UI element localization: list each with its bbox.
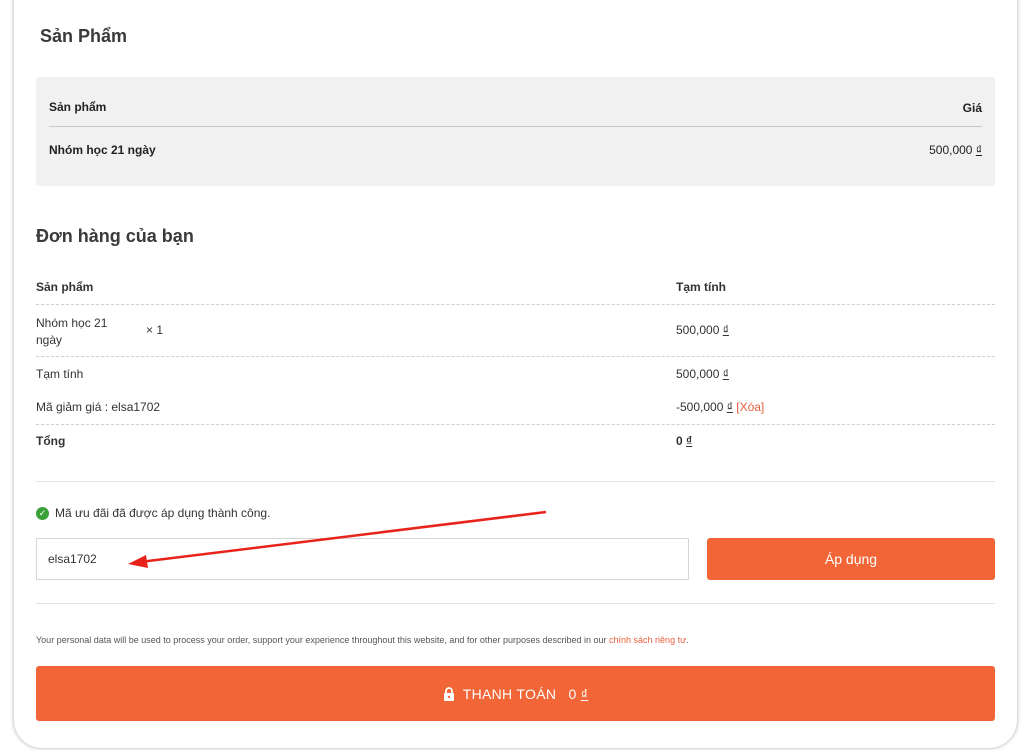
checkout-button-label: THANH TOÁN (462, 685, 557, 702)
coupon-code-input[interactable] (36, 538, 689, 580)
check-circle-icon: ✓ (36, 506, 49, 520)
product-summary-box: Sản phẩm Giá Nhóm học 21 ngày 500,000 ₫ (36, 77, 995, 186)
product-name: Nhóm học 21 ngày (49, 143, 156, 157)
product-column-header: Sản phẩm (49, 100, 107, 114)
coupon-value: -500,000 ₫ [Xóa] (676, 400, 765, 414)
checkout-button[interactable]: THANH TOÁN 0 ₫ (36, 666, 995, 721)
coupon-success-text: Mã ưu đãi đã được áp dụng thành công. (55, 506, 271, 520)
coupon-success-notice: ✓ Mã ưu đãi đã được áp dụng thành công. (36, 506, 270, 520)
privacy-policy-link[interactable]: chính sách riêng tư (609, 635, 686, 645)
price-column-header: Giá (962, 101, 982, 115)
divider (36, 603, 995, 604)
divider (36, 481, 995, 482)
lock-icon (443, 686, 454, 701)
apply-coupon-button[interactable]: Áp dụng (707, 538, 995, 580)
order-section-title: Đơn hàng của bạn (36, 226, 194, 246)
remove-coupon-link[interactable]: [Xóa] (736, 400, 764, 414)
product-price: 500,000 ₫ (929, 143, 982, 157)
order-table-header: Sản phẩm Tạm tính (36, 280, 995, 294)
divider (49, 126, 982, 127)
divider (36, 356, 995, 357)
divider (36, 424, 995, 425)
products-section-title: Sản Phẩm (40, 26, 128, 46)
total-label: Tổng (36, 434, 66, 448)
subtotal-row: Tạm tính 500,000 ₫ (36, 367, 995, 381)
order-item-qty: × 1 (146, 323, 164, 337)
order-item-row: Nhóm học 21 ngày × 1 500,000 ₫ (36, 315, 995, 349)
total-row: Tổng 0 ₫ (36, 434, 995, 448)
privacy-notice: Your personal data will be used to proce… (36, 635, 689, 645)
order-item-total: 500,000 ₫ (676, 323, 729, 337)
coupon-row: Mã giảm giá : elsa1702 -500,000 ₫ [Xóa] (36, 400, 995, 414)
divider (36, 304, 995, 305)
coupon-label: Mã giảm giá : elsa1702 (36, 400, 161, 414)
subtotal-column-header: Tạm tính (676, 280, 726, 294)
total-value: 0 ₫ (676, 434, 693, 448)
subtotal-label: Tạm tính (36, 367, 84, 381)
checkout-button-amount: 0 ₫ (568, 685, 589, 702)
product-column-header: Sản phẩm (36, 280, 94, 294)
subtotal-value: 500,000 ₫ (676, 367, 729, 381)
order-item-name: Nhóm học 21 ngày (36, 316, 108, 347)
